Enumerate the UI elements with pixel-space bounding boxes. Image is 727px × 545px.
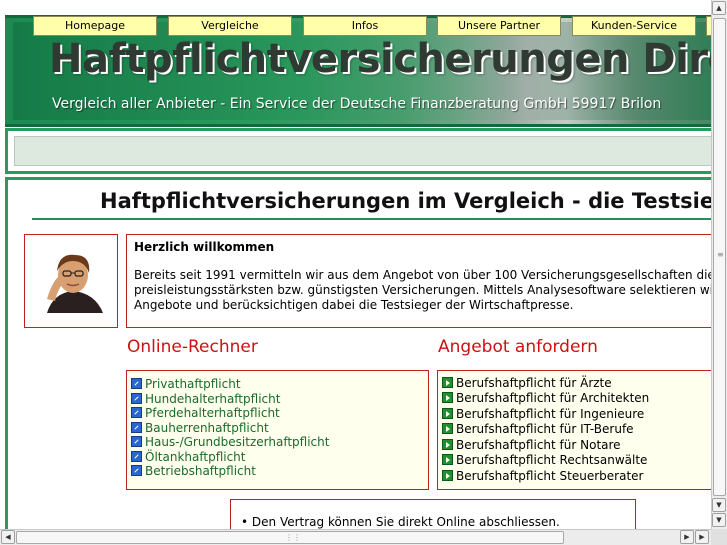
navigation-bar-inner xyxy=(14,136,711,166)
navigation-bar xyxy=(5,128,711,174)
calculator-link[interactable]: Betriebshaftpflicht xyxy=(145,464,256,478)
info-text: Den Vertrag können Sie direkt Online abs… xyxy=(251,515,560,529)
vertical-scrollbar[interactable]: ▲ ≡ ▼ ▼ xyxy=(711,0,727,529)
scroll-right-button-inner[interactable]: ▶ xyxy=(680,530,694,544)
horizontal-scroll-thumb[interactable]: ⋮⋮ xyxy=(16,531,564,544)
online-rechner-heading: Online-Rechner xyxy=(127,337,258,357)
green-arrow-icon xyxy=(442,408,453,419)
info-box: • Den Vertrag können Sie direkt Online a… xyxy=(230,499,636,529)
nav-infos[interactable]: Infos xyxy=(303,16,427,36)
list-item[interactable]: Berufshaftpflicht für Ärzte xyxy=(442,376,612,391)
scroll-down-button[interactable]: ▼ xyxy=(712,513,726,527)
calculator-link[interactable]: Bauherrenhaftpflicht xyxy=(145,421,269,435)
green-arrow-icon xyxy=(442,470,453,481)
scroll-corner xyxy=(711,529,727,545)
offer-link[interactable]: Berufshaftpflicht für IT-Berufe xyxy=(456,422,634,436)
list-item[interactable]: Berufshaftpflicht für Ingenieure xyxy=(442,407,644,422)
list-item[interactable]: Berufshaftpflicht Rechtsanwälte xyxy=(442,453,647,468)
calculator-link[interactable]: Privathaftpflicht xyxy=(145,377,241,391)
nav-homepage[interactable]: Homepage xyxy=(33,16,157,36)
green-arrow-icon xyxy=(442,423,453,434)
offer-link[interactable]: Berufshaftpflicht für Architekten xyxy=(456,391,649,405)
page-viewport: Haftpflichtversicherungen Direkt Verglei… xyxy=(0,0,711,529)
welcome-text-line: preisleistungsstärksten bzw. günstigsten… xyxy=(134,283,711,297)
site-title: Haftpflichtversicherungen Direkt xyxy=(49,36,711,82)
blue-arrow-icon xyxy=(131,393,142,404)
blue-arrow-icon xyxy=(131,407,142,418)
blue-arrow-icon xyxy=(131,465,142,476)
offer-list: Berufshaftpflicht für Ärzte Berufshaftpf… xyxy=(437,370,711,490)
offer-link[interactable]: Berufshaftpflicht für Notare xyxy=(456,438,621,452)
offer-link[interactable]: Berufshaftpflicht Steuerberater xyxy=(456,469,643,483)
scroll-down-button-upper[interactable]: ▼ xyxy=(712,498,726,512)
grip-icon: ≡ xyxy=(717,250,724,259)
calculator-link[interactable]: Pferdehalterhaftpflicht xyxy=(145,406,280,420)
offer-link[interactable]: Berufshaftpflicht für Ärzte xyxy=(456,376,612,390)
list-item[interactable]: Berufshaftpflicht für IT-Berufe xyxy=(442,422,634,437)
list-item[interactable]: Berufshaftpflicht für Notare xyxy=(442,438,621,453)
vertical-scroll-thumb[interactable]: ≡ xyxy=(713,18,726,496)
green-arrow-icon xyxy=(442,439,453,450)
list-item[interactable]: Öltankhaftpflicht xyxy=(131,450,246,465)
blue-arrow-icon xyxy=(131,378,142,389)
info-bullet-item: • Den Vertrag können Sie direkt Online a… xyxy=(241,515,560,529)
scroll-right-button[interactable]: ▶ xyxy=(695,530,709,544)
green-arrow-icon xyxy=(442,377,453,388)
list-item[interactable]: Privathaftpflicht xyxy=(131,377,241,392)
calculator-link[interactable]: Haus-/Grundbesitzerhaftpflicht xyxy=(145,435,329,449)
list-item[interactable]: Berufshaftpflicht für Architekten xyxy=(442,391,649,406)
offer-link[interactable]: Berufshaftpflicht für Ingenieure xyxy=(456,407,644,421)
scroll-left-button[interactable]: ◀ xyxy=(1,530,15,544)
list-item[interactable]: Hundehalterhaftpflicht xyxy=(131,392,280,407)
list-item[interactable]: Berufshaftpflicht Steuerberater xyxy=(442,469,643,484)
list-item[interactable]: Haus-/Grundbesitzerhaftpflicht xyxy=(131,435,329,450)
nav-vergleiche[interactable]: Vergleiche xyxy=(168,16,292,36)
grip-icon: ⋮⋮ xyxy=(285,533,301,542)
photo-box xyxy=(24,234,118,328)
blue-arrow-icon xyxy=(131,451,142,462)
heading-divider xyxy=(32,218,711,220)
page-heading: Haftpflichtversicherungen im Vergleich -… xyxy=(100,189,711,213)
welcome-title: Herzlich willkommen xyxy=(134,240,275,254)
list-item[interactable]: Betriebshaftpflicht xyxy=(131,464,256,479)
blue-arrow-icon xyxy=(131,422,142,433)
welcome-box: Herzlich willkommen Bereits seit 1991 ve… xyxy=(126,234,711,328)
nav-unsere-partner[interactable]: Unsere Partner xyxy=(437,16,561,36)
scroll-up-button[interactable]: ▲ xyxy=(712,1,726,15)
site-subtitle: Vergleich aller Anbieter - Ein Service d… xyxy=(52,96,662,112)
advisor-photo xyxy=(33,249,111,313)
welcome-text-line: Angebote und berücksichtigen dabei die T… xyxy=(134,298,574,312)
calculator-link[interactable]: Öltankhaftpflicht xyxy=(145,450,246,464)
offer-link[interactable]: Berufshaftpflicht Rechtsanwälte xyxy=(456,453,647,467)
nav-kunden-service[interactable]: Kunden-Service xyxy=(572,16,696,36)
green-arrow-icon xyxy=(442,392,453,403)
angebot-anfordern-heading: Angebot anfordern xyxy=(438,337,598,357)
calculator-link[interactable]: Hundehalterhaftpflicht xyxy=(145,392,280,406)
list-item[interactable]: Bauherrenhaftpflicht xyxy=(131,421,269,436)
list-item[interactable]: Pferdehalterhaftpflicht xyxy=(131,406,280,421)
welcome-text-line: Bereits seit 1991 vermitteln wir aus dem… xyxy=(134,268,711,282)
blue-arrow-icon xyxy=(131,436,142,447)
horizontal-scrollbar[interactable]: ◀ ⋮⋮ ▶ ▶ xyxy=(0,529,711,545)
calculator-list: Privathaftpflicht Hundehalterhaftpflicht… xyxy=(126,370,429,490)
green-arrow-icon xyxy=(442,454,453,465)
